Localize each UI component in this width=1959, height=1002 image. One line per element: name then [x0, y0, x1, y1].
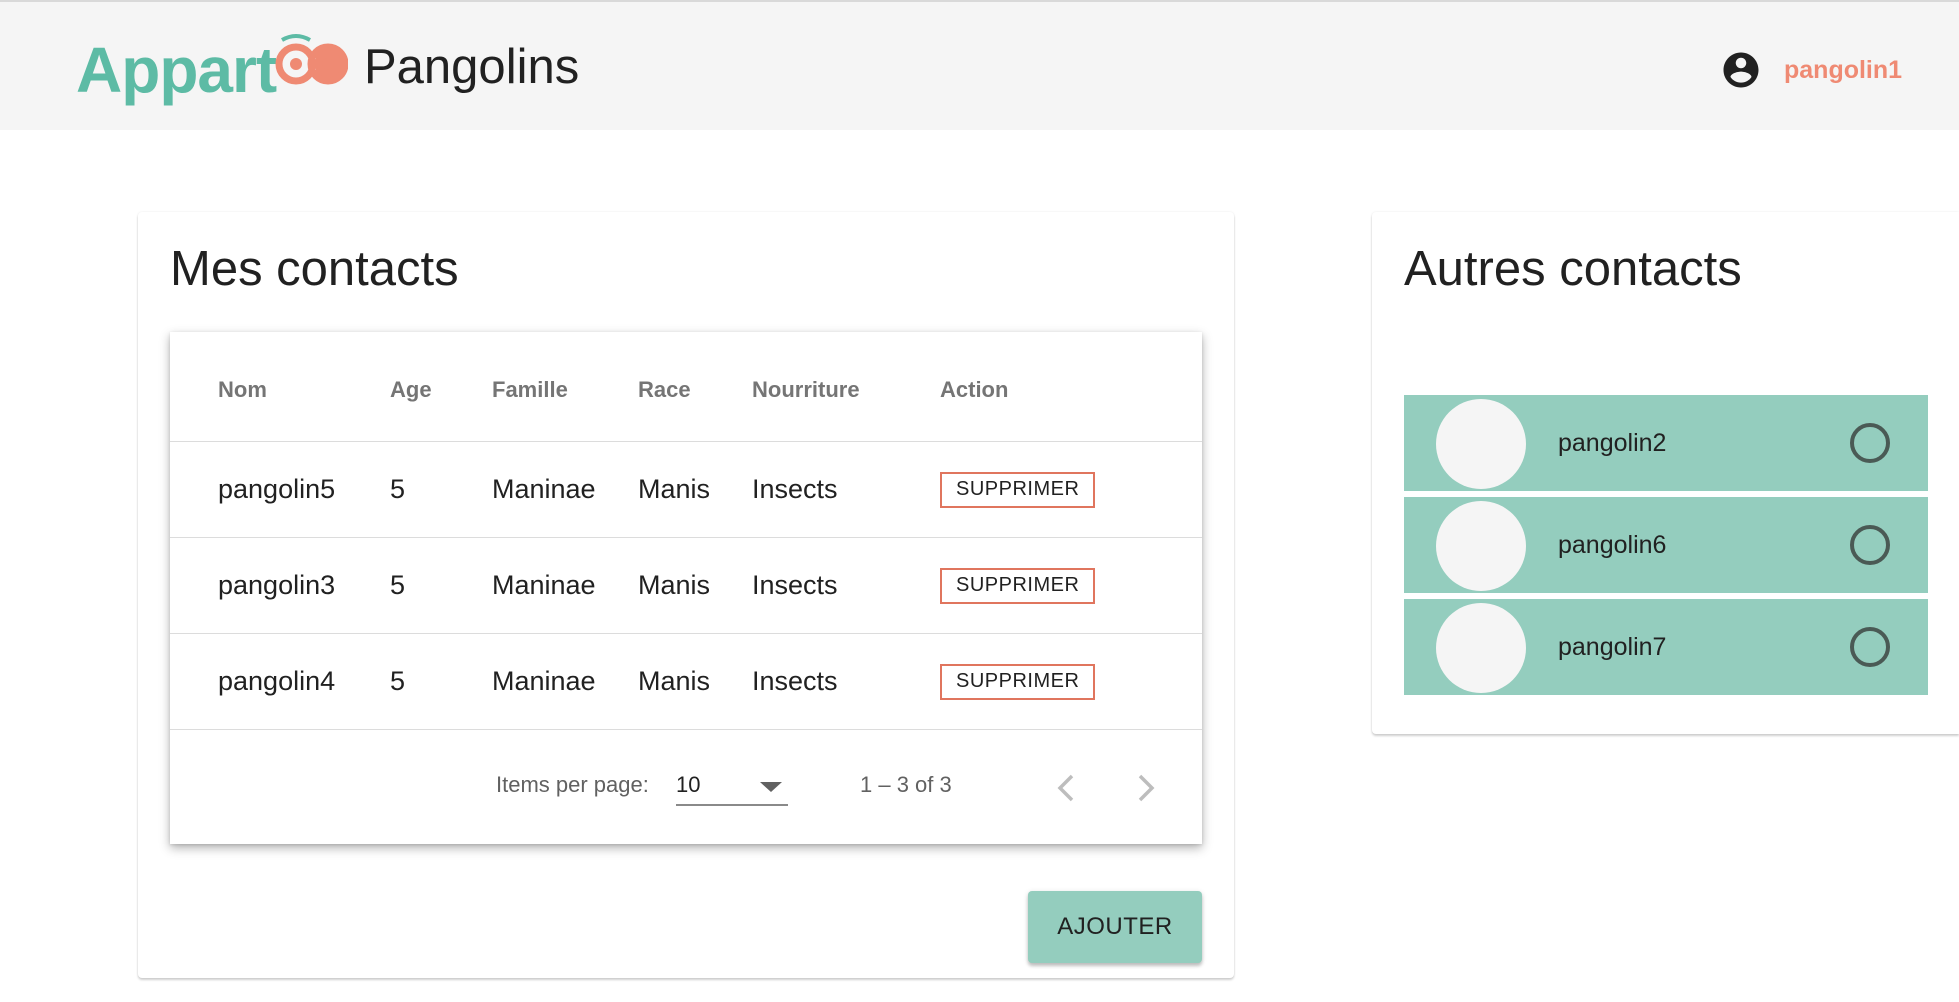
my-contacts-title: Mes contacts: [170, 242, 459, 296]
logo-text: Appart: [76, 34, 277, 106]
avatar: [1436, 501, 1526, 591]
cell-age: 5: [390, 666, 406, 696]
cell-action: SUPPRIMER: [940, 634, 1096, 729]
select-radio[interactable]: [1850, 627, 1890, 667]
column-header-race[interactable]: Race: [638, 332, 691, 441]
table-row: pangolin5 5 Maninae Manis Insects SUPPRI…: [170, 442, 1202, 538]
cell-age: 5: [390, 474, 406, 504]
items-per-page-select[interactable]: 10: [676, 768, 788, 806]
page-range-label: 1 – 3 of 3: [860, 772, 952, 797]
items-per-page-value: 10: [676, 772, 701, 797]
cell-action: SUPPRIMER: [940, 538, 1096, 633]
cell-famille: Maninae: [492, 474, 596, 504]
next-page-button[interactable]: [1124, 760, 1168, 816]
cell-nom: pangolin5: [218, 474, 336, 504]
cell-famille: Maninae: [492, 666, 596, 696]
cell-nom: pangolin4: [218, 666, 336, 696]
logo-eyes-pin-icon: [275, 34, 349, 102]
table-row: pangolin3 5 Maninae Manis Insects SUPPRI…: [170, 538, 1202, 634]
username[interactable]: pangolin1: [1784, 56, 1902, 85]
delete-button[interactable]: SUPPRIMER: [940, 567, 1096, 604]
select-radio[interactable]: [1850, 423, 1890, 463]
column-header-action: Action: [940, 376, 1009, 402]
table-header-row: Nom Age Famille Race Nourriture Action: [170, 332, 1202, 442]
contacts-table: Nom Age Famille Race Nourriture Action p…: [170, 332, 1202, 844]
cell-race: Manis: [638, 474, 711, 504]
delete-button[interactable]: SUPPRIMER: [940, 663, 1096, 700]
cell-race: Manis: [638, 666, 711, 696]
cell-famille: Maninae: [492, 570, 596, 600]
user-menu[interactable]: pangolin1: [1720, 48, 1902, 92]
other-contacts-card: Autres contacts pangolin2 pangolin6 pang…: [1372, 212, 1959, 734]
other-contacts-list: pangolin2 pangolin6 pangolin7: [1404, 395, 1928, 701]
table-row: pangolin4 5 Maninae Manis Insects SUPPRI…: [170, 634, 1202, 730]
list-item[interactable]: pangolin6: [1404, 497, 1928, 593]
column-header-nom[interactable]: Nom: [218, 332, 267, 441]
list-item[interactable]: pangolin7: [1404, 599, 1928, 695]
column-header-age[interactable]: Age: [390, 332, 432, 441]
top-bar: Appart Pangolins pangolin1: [0, 0, 1959, 130]
dropdown-arrow-icon: [760, 782, 782, 792]
cell-nourriture: Insects: [752, 474, 838, 504]
cell-nom: pangolin3: [218, 570, 336, 600]
other-contacts-title: Autres contacts: [1404, 242, 1742, 296]
previous-page-button[interactable]: [1044, 760, 1088, 816]
column-header-famille[interactable]: Famille: [492, 332, 568, 441]
contact-name: pangolin2: [1558, 428, 1667, 457]
select-radio[interactable]: [1850, 525, 1890, 565]
avatar: [1436, 399, 1526, 489]
cell-nourriture: Insects: [752, 666, 838, 696]
column-header-nourriture[interactable]: Nourriture: [752, 332, 860, 441]
avatar: [1436, 603, 1526, 693]
items-per-page-label: Items per page:: [496, 772, 649, 797]
cell-nourriture: Insects: [752, 570, 838, 600]
my-contacts-card: Mes contacts Nom Age Famille Race Nourri…: [138, 212, 1234, 978]
list-item[interactable]: pangolin2: [1404, 395, 1928, 491]
add-contact-button[interactable]: AJOUTER: [1028, 891, 1202, 963]
delete-button[interactable]: SUPPRIMER: [940, 471, 1096, 508]
cell-action: SUPPRIMER: [940, 442, 1096, 537]
account-circle-icon: [1723, 52, 1759, 88]
contact-name: pangolin6: [1558, 530, 1667, 559]
cell-race: Manis: [638, 570, 711, 600]
table-paginator: Items per page: 10 1 – 3 of 3: [170, 730, 1202, 844]
contact-name: pangolin7: [1558, 632, 1667, 661]
chevron-right-icon: [1138, 774, 1155, 802]
app-logo[interactable]: Appart: [76, 30, 349, 110]
app-name: Pangolins: [364, 40, 580, 94]
cell-age: 5: [390, 570, 406, 600]
chevron-left-icon: [1057, 774, 1074, 802]
